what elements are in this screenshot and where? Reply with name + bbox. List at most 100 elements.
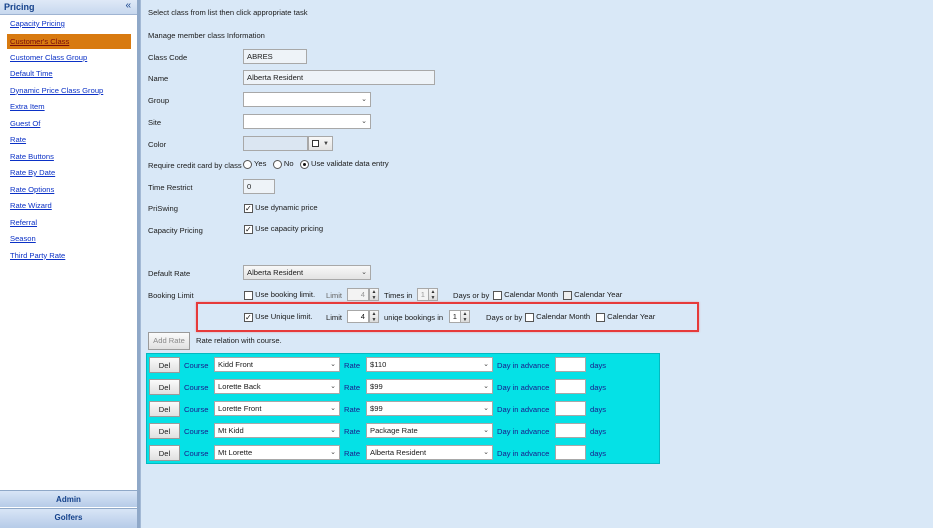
sidebar-item-season[interactable]: Season	[0, 231, 137, 248]
course-rate-row: Del Course Kidd Front ⌄ Rate $110 ⌄ Day in…	[149, 356, 659, 374]
rate-select[interactable]: $99 ⌄	[366, 401, 493, 416]
day-in-advance-input[interactable]	[555, 401, 586, 416]
add-rate-caption: Rate relation with course.	[196, 336, 282, 345]
sidebar: Pricing « Capacity Pricing Customer's Cl…	[0, 0, 140, 528]
rate-select[interactable]: $110 ⌄	[366, 357, 493, 372]
course-select[interactable]: Lorette Back ⌄	[214, 379, 340, 394]
days-label: days	[590, 427, 607, 436]
priswing-label: PriSwing	[148, 204, 178, 213]
collapse-icon[interactable]: «	[125, 0, 131, 11]
delete-button[interactable]: Del	[149, 379, 180, 395]
chevron-down-icon: ⌄	[483, 427, 489, 434]
chevron-down-icon: ⌄	[361, 269, 367, 276]
use-booking-limit-checkbox[interactable]	[244, 290, 253, 300]
booking-limit-option: Use booking limit.	[244, 290, 315, 300]
chevron-down-icon: ⌄	[483, 449, 489, 456]
sidebar-section-golfers[interactable]: Golfers	[0, 508, 137, 528]
course-select[interactable]: Kidd Front ⌄	[214, 357, 340, 372]
days-label: days	[590, 383, 607, 392]
spinner-arrows-icon[interactable]: ▲ ▼	[369, 288, 379, 301]
day-in-advance-input[interactable]	[555, 423, 586, 438]
group-select[interactable]: ⌄	[243, 92, 371, 107]
sidebar-item-guest-of[interactable]: Guest Of	[0, 116, 137, 133]
spinner-arrows-icon[interactable]: ▲ ▼	[428, 288, 438, 301]
sidebar-item-customers-class[interactable]: Customer's Class	[7, 33, 131, 49]
day-in-advance-input[interactable]	[555, 445, 586, 460]
course-label: Course	[184, 383, 209, 392]
unique-calendar-year: Calendar Year	[596, 312, 655, 322]
calendar-year-checkbox[interactable]	[563, 290, 572, 300]
time-restrict-input[interactable]: 0	[243, 179, 275, 194]
day-in-advance-label: Day in advance	[497, 427, 550, 436]
rate-value: Package Rate	[370, 426, 418, 435]
default-rate-select[interactable]: Alberta Resident ⌄	[243, 265, 371, 280]
sidebar-item-capacity-pricing[interactable]: Capacity Pricing	[0, 16, 137, 33]
radio-no-label: No	[283, 159, 294, 168]
sidebar-item-customer-class-group[interactable]: Customer Class Group	[0, 50, 137, 67]
unique-calendar-year-checkbox[interactable]	[596, 312, 605, 322]
default-rate-label: Default Rate	[148, 269, 191, 278]
course-select[interactable]: Mt Kidd ⌄	[214, 423, 340, 438]
booking-limit-spinner[interactable]: 4	[347, 288, 369, 301]
calendar-month-checkbox[interactable]	[493, 290, 502, 300]
day-in-advance-input[interactable]	[555, 379, 586, 394]
sidebar-item-referral[interactable]: Referral	[0, 215, 137, 232]
course-label: Course	[184, 427, 209, 436]
delete-button[interactable]: Del	[149, 423, 180, 439]
page-subtitle: Manage member class Information	[148, 31, 265, 40]
group-label: Group	[148, 96, 170, 105]
rate-select[interactable]: $99 ⌄	[366, 379, 493, 394]
instruction-text: Select class from list then click approp…	[148, 8, 308, 17]
rate-label: Rate	[344, 449, 361, 458]
unique-calendar-month-label: Calendar Month	[536, 312, 591, 321]
delete-button[interactable]: Del	[149, 445, 180, 461]
chevron-down-icon: ▼	[323, 141, 329, 147]
capacity-pricing-checkbox[interactable]	[244, 224, 253, 234]
radio-yes-label: Yes	[253, 159, 267, 168]
capacity-pricing-checkbox-label: Use capacity pricing	[255, 224, 324, 233]
course-select[interactable]: Mt Lorette ⌄	[214, 445, 340, 460]
dynamic-price-checkbox[interactable]	[244, 203, 253, 213]
sidebar-item-rate-by-date[interactable]: Rate By Date	[0, 165, 137, 182]
main-panel: Select class from list then click approp…	[140, 0, 933, 528]
radio-validate[interactable]	[299, 159, 309, 169]
delete-button[interactable]: Del	[149, 401, 180, 417]
use-unique-limit-checkbox[interactable]	[244, 312, 253, 322]
sidebar-section-admin[interactable]: Admin	[0, 490, 137, 507]
course-value: Kidd Front	[218, 360, 254, 369]
rate-select[interactable]: Alberta Resident ⌄	[366, 445, 493, 460]
radio-yes[interactable]	[243, 159, 252, 169]
sidebar-item-extra-item[interactable]: Extra Item	[0, 99, 137, 116]
sidebar-item-rate[interactable]: Rate	[0, 132, 137, 149]
day-in-advance-input[interactable]	[555, 357, 586, 372]
sidebar-title: Pricing	[4, 2, 35, 12]
delete-button[interactable]: Del	[149, 357, 180, 373]
sidebar-item-rate-wizard[interactable]: Rate Wizard	[0, 198, 137, 215]
unique-calendar-month-checkbox[interactable]	[525, 312, 534, 322]
sidebar-item-default-time[interactable]: Default Time	[0, 66, 137, 83]
add-rate-button[interactable]: Add Rate	[148, 332, 190, 350]
sidebar-item-dynamic-price-class-group[interactable]: Dynamic Price Class Group	[0, 83, 137, 100]
site-select[interactable]: ⌄	[243, 114, 371, 129]
default-rate-value: Alberta Resident	[247, 268, 304, 277]
spinner-arrows-icon[interactable]: ▲ ▼	[369, 310, 379, 323]
color-swatch[interactable]	[243, 136, 308, 151]
days-label: days	[590, 405, 607, 414]
unique-limit-spinner[interactable]: 4	[347, 310, 369, 323]
name-input[interactable]: Alberta Resident	[243, 70, 435, 85]
color-picker-button[interactable]: ▼	[308, 136, 333, 151]
site-label: Site	[148, 118, 162, 127]
class-code-input[interactable]: ABRES	[243, 49, 307, 64]
rate-select[interactable]: Package Rate ⌄	[366, 423, 493, 438]
day-in-advance-label: Day in advance	[497, 405, 550, 414]
booking-calendar-year: Calendar Year	[563, 290, 622, 300]
sidebar-item-rate-buttons[interactable]: Rate Buttons	[0, 149, 137, 166]
chevron-down-icon: ⌄	[483, 361, 489, 368]
course-select[interactable]: Lorette Front ⌄	[214, 401, 340, 416]
unique-calendar-year-label: Calendar Year	[607, 312, 656, 321]
sidebar-item-rate-options[interactable]: Rate Options	[0, 182, 137, 199]
radio-no[interactable]	[272, 159, 282, 169]
sidebar-item-third-party-rate[interactable]: Third Party Rate	[0, 248, 137, 265]
course-rate-row: Del Course Lorette Front ⌄ Rate $99 ⌄ Day …	[149, 400, 659, 418]
spinner-arrows-icon[interactable]: ▲ ▼	[460, 310, 470, 323]
